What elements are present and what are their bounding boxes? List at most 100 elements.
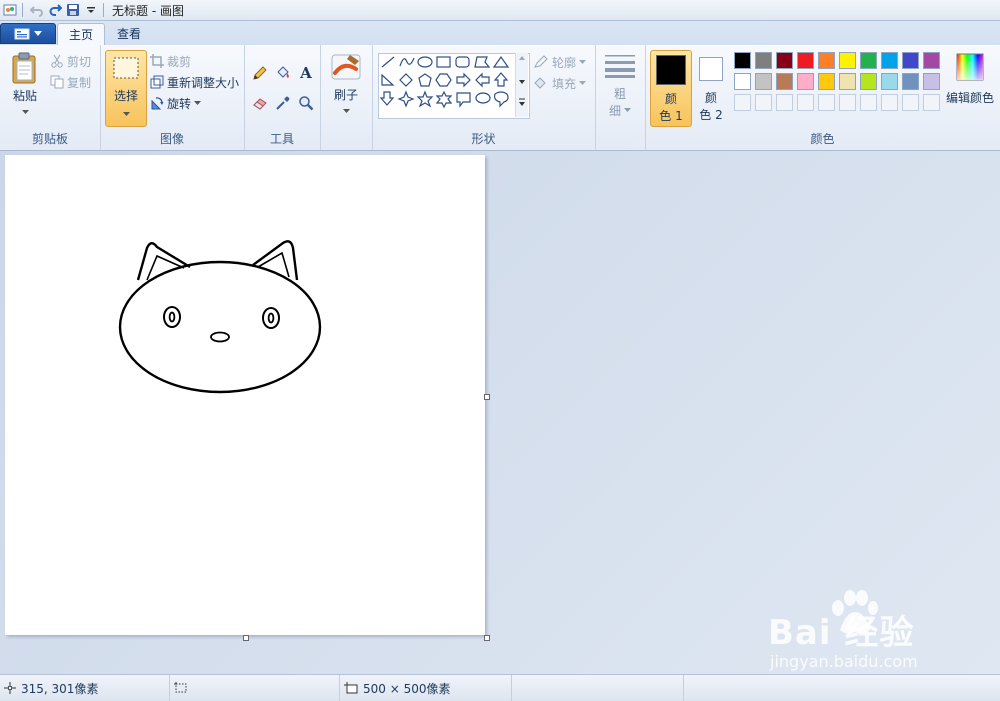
- pencil-icon[interactable]: [250, 63, 270, 83]
- status-bar: 315, 301像素 500 × 500像素: [0, 674, 1000, 701]
- palette-custom-swatch-empty[interactable]: [755, 94, 772, 111]
- magnifier-icon[interactable]: [296, 93, 316, 113]
- select-button[interactable]: 选择: [105, 50, 147, 127]
- palette-custom-swatch-empty[interactable]: [860, 94, 877, 111]
- redo-icon[interactable]: [47, 2, 63, 18]
- palette-color-swatch[interactable]: [818, 52, 835, 69]
- oval-shape-icon: [417, 56, 433, 68]
- palette-custom-swatch-empty[interactable]: [923, 94, 940, 111]
- paint-menu-button[interactable]: [0, 23, 56, 44]
- shapes-gallery-scrollbar[interactable]: [515, 53, 528, 117]
- paint-app-icon[interactable]: [2, 2, 18, 18]
- palette-custom-swatch-empty[interactable]: [902, 94, 919, 111]
- outline-button[interactable]: 轮廓: [533, 53, 587, 71]
- palette-color-swatch[interactable]: [860, 73, 877, 90]
- color2-button[interactable]: 颜 色 2: [694, 50, 728, 125]
- crop-button[interactable]: 裁剪: [150, 52, 191, 70]
- line-thickness-icon: [605, 55, 635, 78]
- undo-icon[interactable]: [29, 2, 45, 18]
- chevron-down-icon: [21, 110, 29, 114]
- tab-home[interactable]: 主页: [57, 23, 106, 45]
- palette-color-swatch[interactable]: [839, 52, 856, 69]
- rotate-label: 旋转: [167, 96, 192, 111]
- canvas-workspace: Bai 经验 jingyan.baidu.com: [0, 151, 1000, 674]
- crop-icon: [150, 54, 164, 68]
- canvas-size-text: 500 × 500像素: [363, 681, 451, 696]
- save-icon[interactable]: [65, 2, 81, 18]
- palette-color-swatch[interactable]: [776, 52, 793, 69]
- canvas-resize-handle-corner[interactable]: [484, 635, 490, 641]
- palette-custom-swatch-empty[interactable]: [776, 94, 793, 111]
- color2-swatch: [699, 57, 723, 81]
- cut-button[interactable]: 剪切: [50, 52, 91, 70]
- palette-color-swatch[interactable]: [923, 52, 940, 69]
- oval-callout-shape-icon: [475, 92, 491, 104]
- palette-color-swatch[interactable]: [839, 73, 856, 90]
- palette-color-swatch[interactable]: [818, 73, 835, 90]
- colors-group-label: 颜色: [810, 132, 835, 146]
- size-label-line2: 细: [608, 104, 621, 118]
- palette-custom-swatch-empty[interactable]: [818, 94, 835, 111]
- fill-bucket-icon[interactable]: [273, 63, 293, 83]
- copy-icon: [50, 75, 64, 89]
- paste-button[interactable]: 粘贴: [8, 51, 42, 115]
- quick-access-separator: [22, 3, 23, 17]
- palette-color-swatch[interactable]: [755, 52, 772, 69]
- cat-right-ear-outer: [252, 240, 299, 281]
- resize-button[interactable]: 重新调整大小: [150, 73, 239, 91]
- tab-view[interactable]: 查看: [106, 23, 152, 44]
- left-arrow-shape-icon: [475, 72, 490, 88]
- size-button[interactable]: 粗 细: [602, 53, 638, 119]
- palette-color-swatch[interactable]: [923, 73, 940, 90]
- palette-color-swatch[interactable]: [776, 73, 793, 90]
- rotate-button[interactable]: 旋转: [150, 94, 202, 112]
- brush-icon: [331, 54, 361, 80]
- palette-color-swatch[interactable]: [881, 52, 898, 69]
- palette-custom-swatch-empty[interactable]: [839, 94, 856, 111]
- palette-custom-swatch-empty[interactable]: [797, 94, 814, 111]
- rectangle-shape-icon: [436, 56, 451, 68]
- drawing-canvas[interactable]: [5, 155, 485, 635]
- chevron-down-icon: [194, 100, 202, 105]
- text-tool-icon[interactable]: A: [296, 63, 316, 83]
- canvas-resize-handle-right[interactable]: [484, 394, 490, 400]
- palette-color-swatch[interactable]: [755, 73, 772, 90]
- copy-button[interactable]: 复制: [50, 73, 91, 91]
- cursor-position-text: 315, 301像素: [21, 681, 99, 696]
- selection-rectangle-icon: [113, 57, 139, 79]
- scroll-up-icon: [519, 56, 525, 60]
- up-arrow-shape-icon: [493, 72, 509, 87]
- cut-label: 剪切: [67, 54, 92, 69]
- watermark: Bai 经验 jingyan.baidu.com: [768, 590, 988, 675]
- fill-icon: [534, 77, 546, 89]
- gallery-expand-icon: [519, 102, 525, 106]
- edit-colors-button[interactable]: 编辑颜色: [945, 53, 995, 106]
- palette-color-swatch[interactable]: [881, 73, 898, 90]
- tools-group-label: 工具: [269, 132, 294, 146]
- palette-color-swatch[interactable]: [902, 52, 919, 69]
- customize-quick-access-icon[interactable]: [83, 2, 99, 18]
- palette-color-swatch[interactable]: [797, 73, 814, 90]
- palette-color-swatch[interactable]: [734, 52, 751, 69]
- cat-nose: [210, 331, 230, 343]
- image-group-label: 图像: [159, 132, 184, 146]
- selection-size-icon: [174, 682, 187, 693]
- color2-label-line1: 颜: [704, 91, 717, 105]
- palette-color-swatch[interactable]: [860, 52, 877, 69]
- palette-color-swatch[interactable]: [734, 73, 751, 90]
- eraser-icon[interactable]: [250, 93, 270, 113]
- title-bar: 无标题 - 画图: [0, 0, 1000, 21]
- status-zoom-area: [684, 675, 1000, 701]
- brushes-button[interactable]: 刷子: [328, 51, 364, 114]
- fill-button[interactable]: 填充: [533, 74, 587, 92]
- diamond-shape-icon: [399, 73, 413, 87]
- palette-color-swatch[interactable]: [797, 52, 814, 69]
- canvas-resize-handle-bottom[interactable]: [243, 635, 249, 641]
- cat-left-eye: [163, 306, 181, 328]
- right-arrow-shape-icon: [456, 72, 471, 88]
- palette-custom-swatch-empty[interactable]: [881, 94, 898, 111]
- palette-color-swatch[interactable]: [902, 73, 919, 90]
- color1-button[interactable]: 颜 色 1: [650, 50, 692, 127]
- color-picker-icon[interactable]: [273, 93, 293, 113]
- palette-custom-swatch-empty[interactable]: [734, 94, 751, 111]
